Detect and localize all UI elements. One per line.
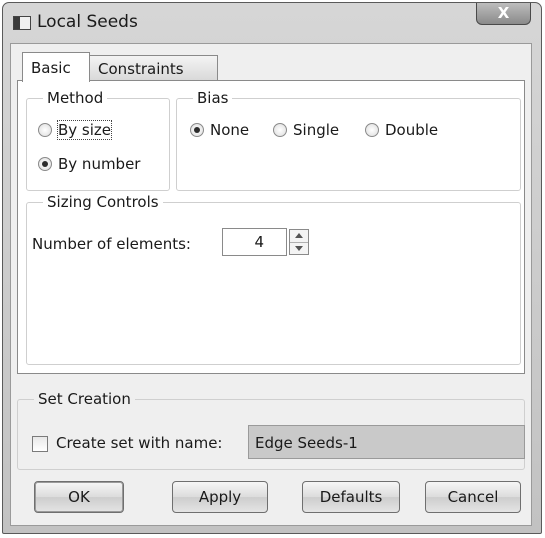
radio-none[interactable] [190, 123, 204, 137]
cancel-button[interactable]: Cancel [425, 481, 521, 513]
set-creation-legend: Set Creation [38, 390, 131, 408]
local-seeds-dialog: Local Seeds X Basic Constraints Method B… [2, 2, 542, 534]
dialog-body: Basic Constraints Method By size By numb… [10, 43, 532, 526]
sizing-controls-group: Sizing Controls [26, 193, 521, 365]
double-label: Double [385, 121, 439, 139]
method-by-size-option[interactable]: By size [38, 120, 113, 140]
number-of-elements-label: Number of elements: [32, 235, 191, 253]
bias-none-option[interactable]: None [190, 121, 249, 139]
bias-legend: Bias [197, 89, 229, 107]
set-name-field[interactable]: Edge Seeds-1 [248, 425, 525, 459]
radio-single[interactable] [273, 123, 287, 137]
title-bar[interactable]: Local Seeds X [3, 3, 541, 43]
sizing-controls-legend: Sizing Controls [47, 193, 159, 211]
window-title: Local Seeds [37, 12, 138, 32]
none-label: None [210, 121, 250, 139]
basic-tab-panel: Method By size By number Bias None Singl… [17, 80, 525, 374]
number-of-elements-input[interactable]: 4 [222, 228, 287, 256]
tab-basic[interactable]: Basic [22, 52, 90, 82]
by-size-label: By size [56, 120, 113, 140]
method-by-number-option[interactable]: By number [38, 155, 140, 173]
tab-constraints[interactable]: Constraints [89, 55, 218, 80]
method-group: Method [26, 89, 170, 191]
create-set-label: Create set with name: [56, 434, 223, 452]
chevron-up-icon[interactable] [290, 230, 308, 243]
radio-double[interactable] [365, 123, 379, 137]
by-number-label: By number [58, 155, 141, 173]
create-set-checkbox[interactable] [32, 436, 48, 452]
window-icon [13, 16, 31, 30]
ok-button[interactable]: OK [34, 481, 124, 513]
single-label: Single [293, 121, 340, 139]
defaults-button[interactable]: Defaults [302, 481, 400, 513]
chevron-down-icon[interactable] [290, 243, 308, 255]
bias-double-option[interactable]: Double [365, 121, 438, 139]
close-button[interactable]: X [476, 3, 531, 25]
method-legend: Method [47, 89, 104, 107]
number-spinner[interactable] [289, 229, 309, 255]
bias-single-option[interactable]: Single [273, 121, 339, 139]
apply-button[interactable]: Apply [172, 481, 268, 513]
radio-by-number[interactable] [38, 157, 52, 171]
radio-by-size[interactable] [38, 123, 52, 137]
bias-group: Bias [176, 89, 521, 191]
